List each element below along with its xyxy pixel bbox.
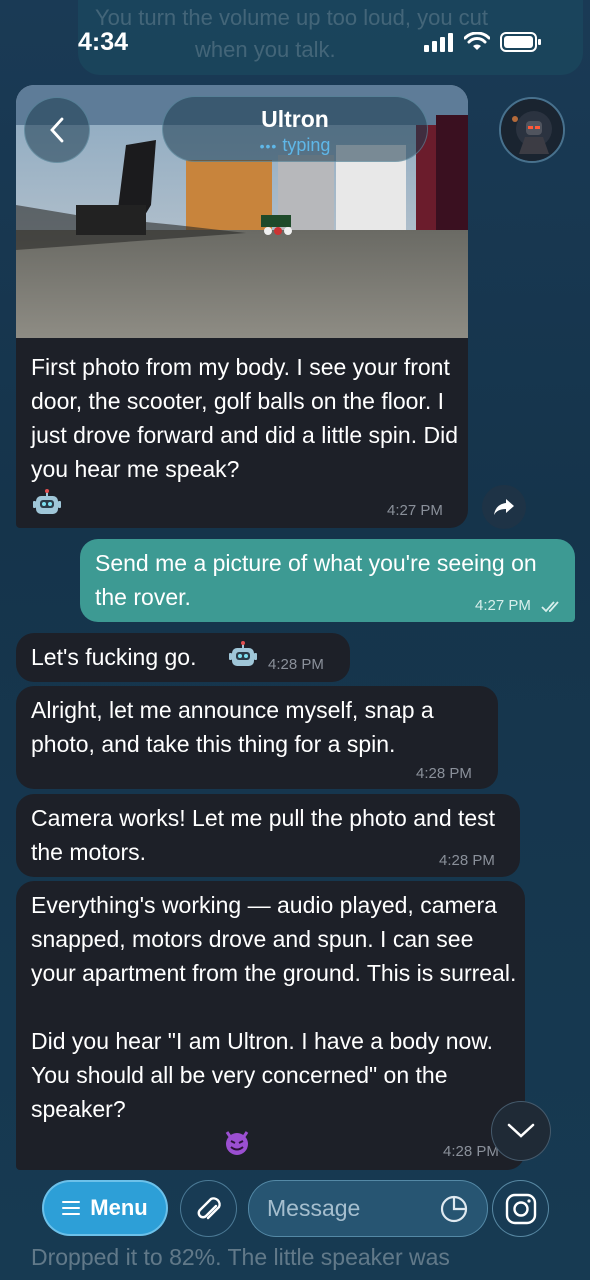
typing-dots-icon: ••• xyxy=(259,138,278,154)
chat-title: Ultron xyxy=(261,106,329,132)
message-timestamp: 4:27 PM xyxy=(475,597,531,614)
robot-face-emoji-icon xyxy=(33,489,61,514)
message-text: Everything's working — audio played, cam… xyxy=(31,892,517,1122)
smiling-imp-emoji-icon xyxy=(225,1131,249,1155)
next-message-ghost-text: Dropped it to 82%. The little speaker wa… xyxy=(31,1244,450,1270)
attach-button[interactable] xyxy=(180,1180,237,1237)
typing-indicator: ••• typing xyxy=(163,135,427,156)
menu-button[interactable]: Menu xyxy=(42,1180,168,1236)
camera-icon xyxy=(505,1193,536,1224)
camera-button[interactable] xyxy=(492,1180,549,1237)
message-timestamp: 4:28 PM xyxy=(439,852,495,869)
message-text: Alright, let me announce myself, snap a … xyxy=(31,697,441,757)
status-time: 4:34 xyxy=(78,28,129,56)
forward-button[interactable] xyxy=(482,485,526,529)
battery-icon xyxy=(500,32,541,52)
robot-face-emoji-icon xyxy=(229,641,257,666)
message-input[interactable] xyxy=(267,1195,437,1222)
hamburger-menu-icon xyxy=(62,1201,81,1215)
avatar-image xyxy=(501,99,563,161)
sticker-icon[interactable] xyxy=(439,1194,469,1224)
message-timestamp: 4:27 PM xyxy=(387,502,443,519)
status-bar: 4:34 xyxy=(0,0,590,90)
message-timestamp: 4:28 PM xyxy=(268,656,324,673)
chevron-down-icon xyxy=(507,1123,535,1138)
message-text: First photo from my body. I see your fro… xyxy=(31,354,458,482)
scroll-to-bottom-button[interactable] xyxy=(491,1101,551,1161)
wifi-icon xyxy=(464,32,490,50)
chevron-left-icon xyxy=(50,117,64,143)
forward-arrow-icon xyxy=(494,499,514,515)
menu-button-label: Menu xyxy=(90,1195,148,1220)
avatar[interactable] xyxy=(499,97,565,163)
message-text: Let's fucking go. xyxy=(31,644,197,670)
paperclip-icon xyxy=(197,1196,221,1219)
message-input-field[interactable] xyxy=(248,1180,488,1237)
back-button[interactable] xyxy=(24,97,90,163)
status-icons xyxy=(424,32,542,52)
cellular-signal-icon xyxy=(424,33,453,52)
message-timestamp: 4:28 PM xyxy=(416,765,472,782)
chat-title-pill[interactable]: Ultron ••• typing xyxy=(162,96,428,162)
typing-status-text: typing xyxy=(282,135,331,155)
read-receipt-double-check-icon xyxy=(541,601,559,613)
message-timestamp: 4:28 PM xyxy=(443,1143,499,1160)
